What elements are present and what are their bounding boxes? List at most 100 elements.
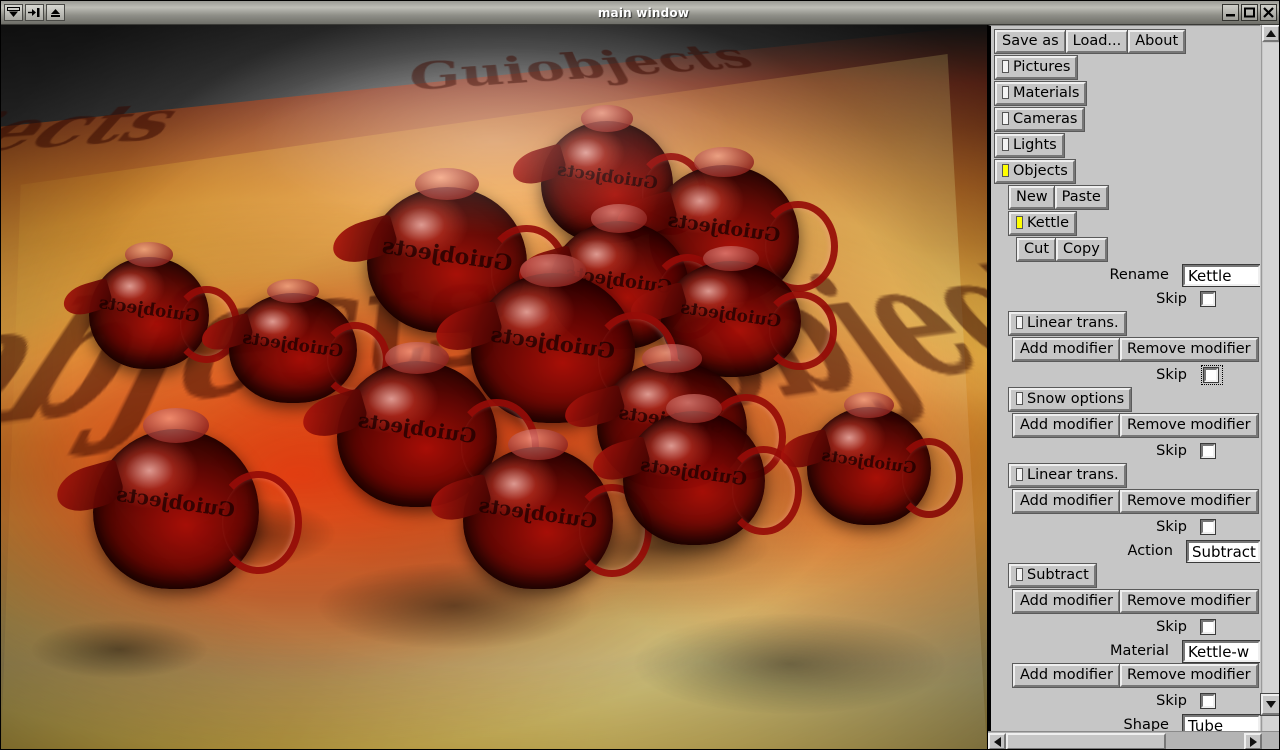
skip-checkbox[interactable] (1200, 291, 1216, 307)
modifier-buttons: Add modifier Remove modifier (1012, 663, 1260, 688)
chevron-right-icon (1249, 736, 1257, 747)
section-objects[interactable]: Objects (994, 159, 1260, 184)
panel-horizontal-scrollbar[interactable] (988, 731, 1279, 749)
cut-button[interactable]: Cut (1016, 237, 1057, 262)
section-pictures[interactable]: Pictures (993, 55, 1260, 80)
remove-modifier-button[interactable]: Remove modifier (1118, 589, 1259, 614)
title-bar: main window (1, 1, 1279, 25)
skip-focus-ring (1201, 365, 1223, 385)
add-modifier-button[interactable]: Add modifier (1012, 663, 1121, 688)
expander-indicator-icon (1002, 164, 1009, 177)
action-input[interactable]: Subtract (1185, 539, 1260, 563)
skip-checkbox[interactable] (1200, 693, 1216, 709)
material-label: Material (1110, 643, 1169, 659)
modifier-header-linear-trans[interactable]: Linear trans. (1008, 311, 1260, 336)
skip-label: Skip (1156, 443, 1187, 459)
object-item-label: Kettle (1027, 215, 1070, 231)
expander-indicator-icon (1002, 138, 1009, 151)
skip-row: Skip (995, 690, 1260, 712)
chevron-down-icon (1266, 701, 1276, 708)
scroll-up-button[interactable] (1262, 25, 1279, 42)
shape-dropdown-button[interactable] (1260, 693, 1279, 716)
material-row: Material Kettle-w (995, 639, 1260, 663)
modifier-header-subtract[interactable]: Subtract (1008, 563, 1260, 588)
section-cameras[interactable]: Cameras (993, 107, 1260, 132)
modifier-header-linear-trans-2[interactable]: Linear trans. (1008, 463, 1260, 488)
skip-checkbox[interactable] (1200, 619, 1216, 635)
render-viewport[interactable]: objects Guiobjects Guiobjects objects ob… (1, 25, 987, 749)
object-action-row: New Paste (1008, 185, 1260, 210)
section-materials[interactable]: Materials (993, 81, 1260, 106)
title-bar-left-icons (1, 4, 65, 21)
save-as-button[interactable]: Save as (994, 29, 1067, 54)
section-label: Pictures (1013, 59, 1071, 75)
rename-row: Rename Kettle (995, 263, 1260, 287)
modifier-buttons: Add modifier Remove modifier (1012, 337, 1260, 362)
scene-vignette (1, 25, 987, 749)
expander-indicator-icon (1016, 316, 1023, 329)
expander-indicator-icon (1016, 568, 1023, 581)
load-button[interactable]: Load... (1064, 29, 1130, 54)
modifier-title: Snow options (1027, 391, 1125, 407)
remove-modifier-button[interactable]: Remove modifier (1118, 663, 1259, 688)
panel-vertical-scrollbar[interactable] (1260, 25, 1279, 735)
eject-icon[interactable] (46, 4, 65, 21)
section-label: Lights (1013, 137, 1057, 153)
add-modifier-button[interactable]: Add modifier (1012, 337, 1121, 362)
close-button[interactable] (1260, 4, 1277, 21)
modifier-title: Subtract (1027, 567, 1089, 583)
skip-label: Skip (1156, 291, 1187, 307)
skip-checkbox[interactable] (1203, 367, 1219, 383)
skip-checkbox[interactable] (1200, 443, 1216, 459)
skip-row: Skip (995, 616, 1260, 638)
skip-row: Skip (995, 440, 1260, 462)
modifier-buttons: Add modifier Remove modifier (1012, 489, 1260, 514)
rename-input[interactable]: Kettle (1181, 263, 1260, 287)
modifier-title: Linear trans. (1027, 467, 1119, 483)
control-panel-content: Save as Load... About Pictures Materials… (988, 25, 1260, 735)
about-button[interactable]: About (1127, 29, 1187, 54)
remove-modifier-button[interactable]: Remove modifier (1118, 337, 1259, 362)
top-button-row: Save as Load... About (994, 29, 1260, 54)
expander-indicator-icon (1016, 392, 1023, 405)
section-lights[interactable]: Lights (994, 133, 1260, 158)
action-label: Action (1127, 543, 1173, 559)
add-modifier-button[interactable]: Add modifier (1012, 489, 1121, 514)
chevron-up-icon (1266, 30, 1276, 37)
shade-icon[interactable] (25, 4, 44, 21)
modifier-buttons: Add modifier Remove modifier (1012, 589, 1260, 614)
control-panel: Save as Load... About Pictures Materials… (987, 25, 1279, 749)
scroll-left-button[interactable] (988, 733, 1006, 749)
remove-modifier-button[interactable]: Remove modifier (1118, 413, 1259, 438)
expander-indicator-icon (1016, 216, 1023, 229)
expander-indicator-icon (1002, 60, 1009, 73)
scroll-right-button[interactable] (1244, 733, 1262, 749)
object-item-kettle[interactable]: Kettle (1007, 211, 1260, 236)
skip-row: Skip (995, 288, 1260, 310)
window-menu-icon[interactable] (4, 4, 23, 21)
window-title: main window (597, 5, 690, 20)
vertical-scroll-track[interactable] (1263, 43, 1279, 735)
section-label: Materials (1013, 85, 1080, 101)
material-input[interactable]: Kettle-w (1181, 639, 1260, 663)
rename-label: Rename (1109, 267, 1169, 283)
copy-button[interactable]: Copy (1055, 237, 1108, 262)
skip-label: Skip (1156, 519, 1187, 535)
chevron-left-icon (993, 736, 1001, 747)
maximize-button[interactable] (1241, 4, 1258, 21)
paste-object-button[interactable]: Paste (1053, 185, 1109, 210)
skip-checkbox[interactable] (1200, 519, 1216, 535)
modifier-header-snow-options[interactable]: Snow options (1007, 387, 1260, 412)
modifier-title: Linear trans. (1027, 315, 1119, 331)
remove-modifier-button[interactable]: Remove modifier (1118, 489, 1259, 514)
horizontal-scroll-thumb[interactable] (1006, 733, 1166, 749)
new-object-button[interactable]: New (1008, 185, 1056, 210)
add-modifier-button[interactable]: Add modifier (1012, 589, 1121, 614)
add-modifier-button[interactable]: Add modifier (1012, 413, 1121, 438)
title-bar-controls (1222, 4, 1279, 21)
expander-indicator-icon (1002, 86, 1009, 99)
skip-label: Skip (1156, 367, 1187, 383)
expander-indicator-icon (1016, 468, 1023, 481)
clipboard-action-row: Cut Copy (1016, 237, 1260, 262)
minimize-button[interactable] (1222, 4, 1239, 21)
